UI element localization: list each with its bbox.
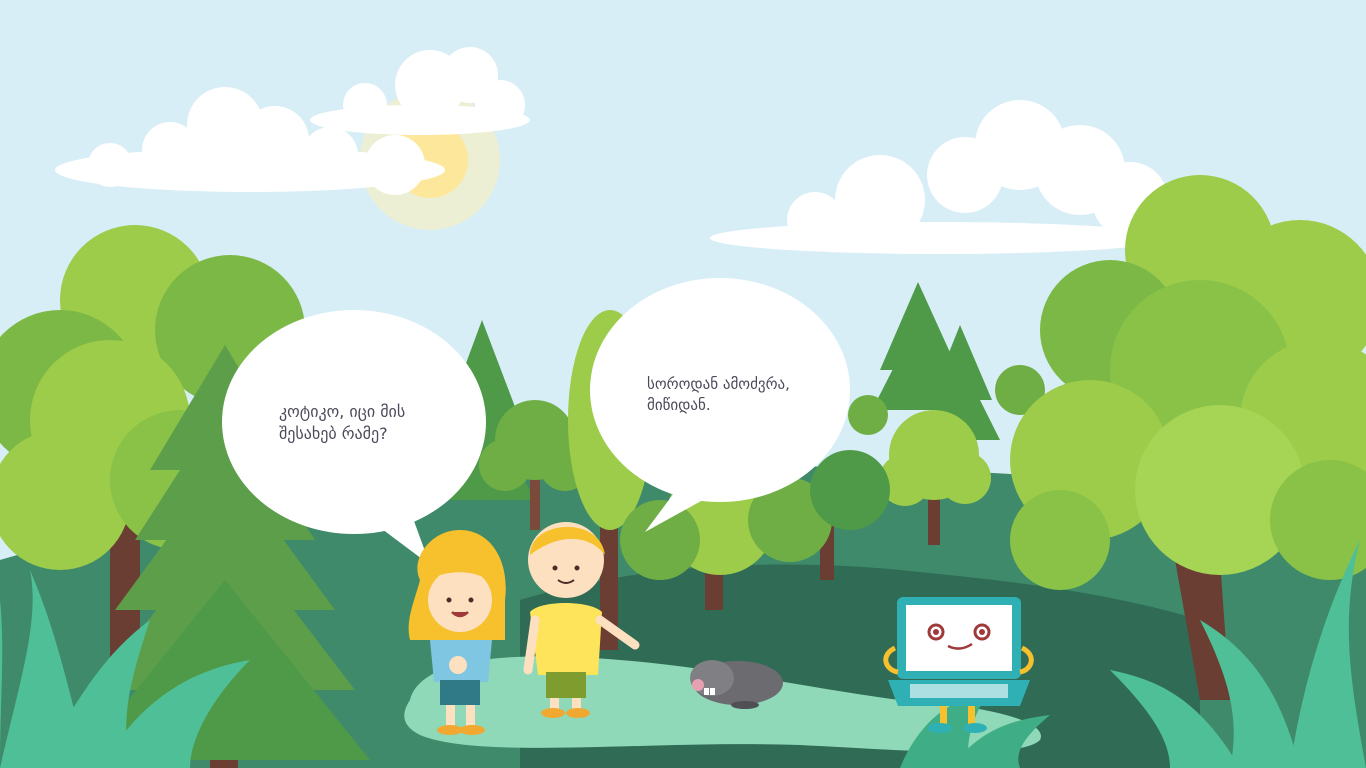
boy-dialogue-text: სოროდან ამოძვრა, მიწიდან. — [647, 375, 790, 414]
girl-dialogue-text: კოტიკო, იცი მის შესახებ რამე? — [279, 402, 406, 443]
